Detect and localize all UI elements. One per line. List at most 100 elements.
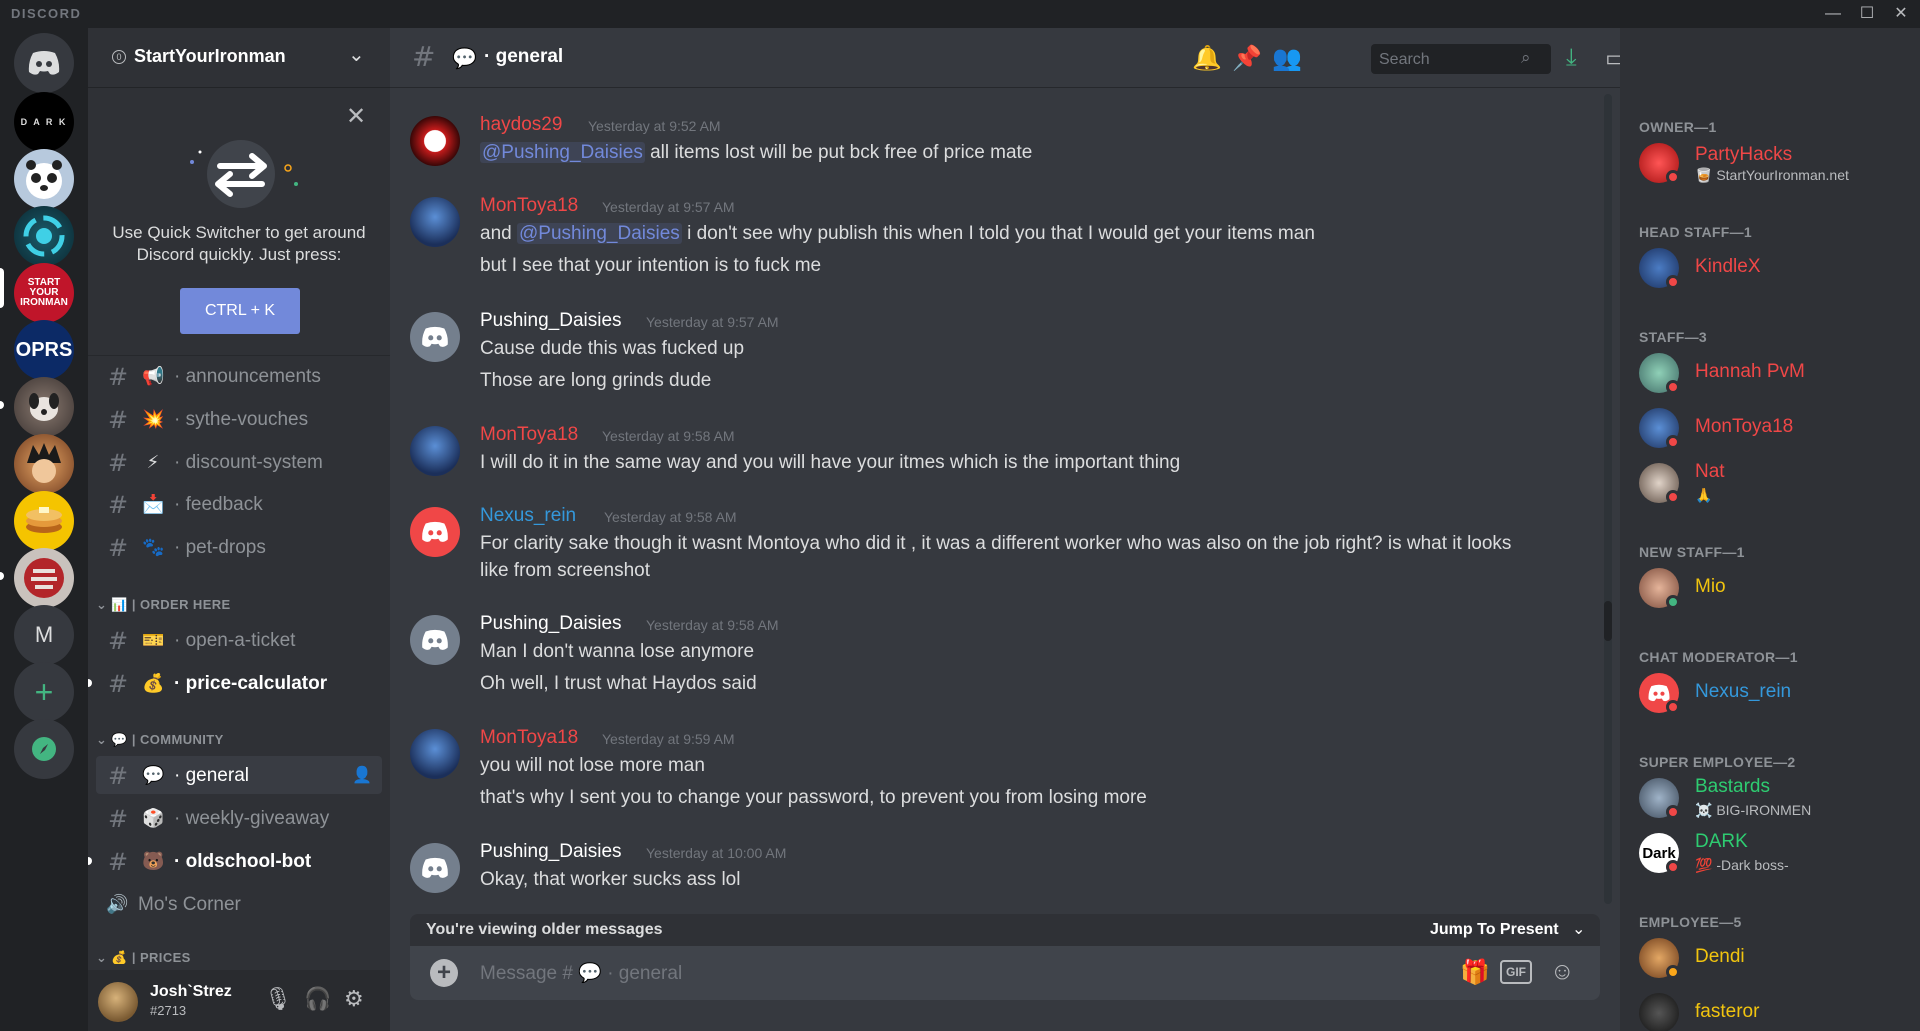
- quick-switcher-text: Use Quick Switcher to get around Discord…: [112, 223, 366, 264]
- channel-announcements[interactable]: # 📢 · announcements: [96, 357, 382, 395]
- gear-icon[interactable]: ⚙: [344, 986, 364, 1012]
- headphones-icon[interactable]: 🎧: [304, 986, 331, 1012]
- channel-feedback[interactable]: # 📩 · feedback: [96, 485, 382, 523]
- category-prices[interactable]: ⌄ 💰 | PRICES: [96, 950, 191, 964]
- server-dark[interactable]: D A R K: [14, 92, 74, 152]
- hash-icon: #: [412, 40, 436, 73]
- upload-plus-button[interactable]: +: [430, 959, 458, 987]
- member-fasteror[interactable]: fasteror: [1639, 991, 1909, 1031]
- message-line: like from screenshot: [480, 560, 651, 581]
- avatar: [1639, 993, 1679, 1031]
- message-author[interactable]: Nexus_rein: [480, 505, 576, 527]
- message-author[interactable]: Pushing_Daisies: [480, 310, 622, 332]
- avatar[interactable]: [98, 982, 138, 1022]
- speech-bubble-icon: 💬: [142, 765, 165, 785]
- channel-oldschool-bot[interactable]: # 🐻 · oldschool-bot: [88, 842, 382, 880]
- home-button[interactable]: [14, 33, 74, 93]
- member-nat[interactable]: Nat 🙏: [1639, 461, 1909, 505]
- server-pancake[interactable]: [14, 491, 74, 551]
- message-author[interactable]: Pushing_Daisies: [480, 613, 622, 635]
- message-author[interactable]: MonToya18: [480, 424, 578, 446]
- message-timestamp: Yesterday at 9:59 AM: [602, 731, 735, 747]
- channel-sythe-vouches[interactable]: # 💥 · sythe-vouches: [96, 400, 382, 438]
- avatar[interactable]: [410, 507, 460, 557]
- avatar[interactable]: [410, 729, 460, 779]
- channel-pet-drops[interactable]: # 🐾 · pet-drops: [96, 528, 382, 566]
- close-window-button[interactable]: ✕: [1884, 0, 1918, 28]
- server-start-your-ironman[interactable]: START YOUR IRONMAN: [14, 263, 74, 323]
- member-montoya18[interactable]: MonToya18: [1639, 406, 1909, 450]
- avatar[interactable]: [410, 197, 460, 247]
- status-dnd: [1666, 170, 1680, 184]
- pin-icon[interactable]: 📌: [1232, 44, 1262, 73]
- role-header: NEW STAFF—1: [1639, 544, 1745, 560]
- jump-to-present-button[interactable]: Jump To Present: [1430, 921, 1559, 939]
- close-icon[interactable]: ✕: [346, 102, 366, 131]
- channel-label: · general: [174, 765, 249, 786]
- member-hannah-pvm[interactable]: Hannah PvM: [1639, 351, 1909, 395]
- server-anime[interactable]: [14, 434, 74, 494]
- explore-servers-button[interactable]: [14, 719, 74, 779]
- channel-weekly-giveaway[interactable]: # 🎲 · weekly-giveaway: [96, 799, 382, 837]
- member-kindlex[interactable]: KindleX: [1639, 246, 1909, 290]
- search-placeholder: Search: [1379, 51, 1430, 68]
- scrollbar-thumb[interactable]: [1604, 601, 1612, 641]
- message-text: and: [480, 223, 517, 244]
- members-icon[interactable]: 👥: [1272, 44, 1302, 73]
- member-bastards[interactable]: Bastards ☠️ BIG-IRONMEN: [1639, 776, 1909, 820]
- message-line: Man I don't wanna lose anymore: [480, 641, 755, 662]
- channel-open-a-ticket[interactable]: # 🎫 · open-a-ticket: [96, 621, 382, 659]
- server-red-emblem[interactable]: [14, 548, 74, 608]
- category-order-here[interactable]: ⌄ 📊 | ORDER HERE: [96, 597, 231, 613]
- member-name: Dendi: [1695, 946, 1745, 967]
- member-dendi[interactable]: Dendi: [1639, 936, 1909, 980]
- message-author[interactable]: MonToya18: [480, 195, 578, 217]
- channel-discount-system[interactable]: # ⚡ · discount-system: [96, 443, 382, 481]
- server-panda[interactable]: [14, 149, 74, 209]
- member-nexus-rein[interactable]: Nexus_rein: [1639, 671, 1909, 715]
- quick-switcher-shortcut-button[interactable]: CTRL + K: [180, 288, 300, 334]
- avatar[interactable]: [410, 116, 460, 166]
- search-input[interactable]: Search ⌕: [1371, 44, 1551, 74]
- avatar[interactable]: [410, 312, 460, 362]
- channel-name: general: [495, 46, 564, 67]
- server-m[interactable]: M: [14, 605, 74, 665]
- message-author[interactable]: MonToya18: [480, 727, 578, 749]
- username: Josh`Strez: [150, 983, 232, 1000]
- server-osrs[interactable]: OPRS: [14, 320, 74, 380]
- category-community[interactable]: ⌄ 💬 | COMMUNITY: [96, 732, 224, 748]
- chat-scrollbar[interactable]: [1604, 94, 1612, 904]
- member-mio[interactable]: Mio: [1639, 566, 1909, 610]
- maximize-button[interactable]: ☐: [1850, 0, 1884, 28]
- role-header: CHAT MODERATOR—1: [1639, 649, 1798, 665]
- emoji-icon[interactable]: ☺: [1550, 958, 1575, 986]
- member-dark[interactable]: Dark DARK 💯 -Dark boss-: [1639, 831, 1909, 875]
- invite-user-icon[interactable]: 👤: [352, 765, 372, 785]
- avatar[interactable]: [410, 426, 460, 476]
- minimize-button[interactable]: —: [1816, 0, 1850, 28]
- member-name: fasteror: [1695, 1001, 1760, 1022]
- message-author[interactable]: Pushing_Daisies: [480, 841, 622, 863]
- gif-button[interactable]: GIF: [1500, 960, 1532, 984]
- bell-icon[interactable]: 🔔: [1192, 44, 1222, 73]
- server-dog[interactable]: [14, 377, 74, 437]
- avatar[interactable]: [410, 843, 460, 893]
- member-name: Bastards: [1695, 776, 1770, 797]
- user-mention[interactable]: @Pushing_Daisies: [516, 223, 682, 244]
- default-avatar-icon: [1648, 684, 1670, 702]
- channel-label: · sythe-vouches: [174, 409, 309, 430]
- voice-channel-mos-corner[interactable]: 🔊 Mo's Corner: [96, 885, 382, 923]
- message-author[interactable]: haydos29: [480, 114, 562, 136]
- user-mention[interactable]: @Pushing_Daisies: [480, 142, 645, 163]
- message-input[interactable]: + Message # 💬 · general 🎁 GIF ☺: [410, 946, 1600, 1000]
- download-icon[interactable]: ⤓: [1566, 44, 1577, 72]
- add-server-button[interactable]: +: [14, 662, 74, 722]
- avatar[interactable]: [410, 615, 460, 665]
- channel-price-calculator[interactable]: # 💰 · price-calculator: [88, 664, 382, 702]
- guild-header[interactable]: 0 StartYourIronman ⌄: [88, 28, 390, 88]
- member-partyhacks[interactable]: PartyHacks 🥃 StartYourIronman.net: [1639, 141, 1909, 185]
- gift-icon[interactable]: 🎁: [1460, 958, 1490, 987]
- channel-general[interactable]: # 💬 · general 👤: [96, 756, 382, 794]
- microphone-icon[interactable]: 🎙: [264, 986, 292, 1012]
- server-swirl[interactable]: [14, 206, 74, 266]
